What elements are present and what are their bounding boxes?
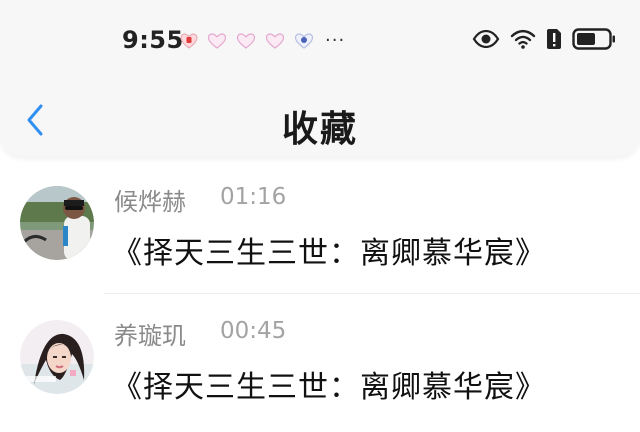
sender-name: 候烨赫 [114, 188, 186, 216]
heart-icon [207, 33, 227, 49]
heart-icon [265, 33, 285, 49]
system-icons [472, 28, 616, 50]
status-time: 9:55 [122, 26, 184, 54]
battery-icon [572, 28, 616, 50]
avatar[interactable] [20, 320, 94, 394]
gift-heart-icon [294, 33, 314, 49]
red-badge-icon [180, 33, 198, 49]
sender-name: 养璇玑 [114, 322, 186, 350]
status-bar: 9:55 ··· [0, 0, 640, 84]
navigation-header: 收藏 [0, 84, 640, 156]
more-notifications-indicator: ··· [325, 30, 346, 51]
divider [104, 293, 640, 294]
favorite-item[interactable]: 候烨赫 01:16 《择天三生三世：离卿慕华宸》 [0, 168, 640, 298]
sim-alert-icon [546, 28, 562, 50]
favorite-title: 《择天三生三世：离卿慕华宸》 [112, 370, 546, 405]
avatar[interactable] [20, 186, 94, 260]
page-title: 收藏 [281, 109, 358, 150]
favorite-title: 《择天三生三世：离卿慕华宸》 [112, 236, 546, 271]
wifi-icon [510, 29, 536, 49]
heart-icon [236, 33, 256, 49]
favorites-screen: 9:55 ··· 收藏 候烨赫 01:16 《择天三生三世：离卿慕华宸》 养璇玑… [0, 0, 640, 427]
notification-icons: ··· [180, 30, 346, 51]
favorite-time: 00:45 [220, 318, 287, 344]
favorite-time: 01:16 [220, 184, 287, 210]
eye-icon [472, 30, 500, 48]
favorite-item[interactable]: 养璇玑 00:45 《择天三生三世：离卿慕华宸》 [0, 302, 640, 432]
